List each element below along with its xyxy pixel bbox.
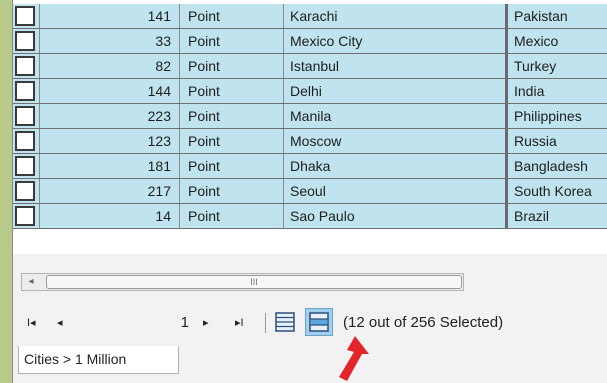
- city-name-cell: Manila: [283, 104, 505, 128]
- object-id-cell: 123: [39, 129, 179, 153]
- object-id-cell: 141: [39, 4, 179, 28]
- row-selector[interactable]: [15, 31, 35, 51]
- shape-cell: Point: [179, 204, 283, 228]
- row-selector[interactable]: [15, 156, 35, 176]
- next-page-icon[interactable]: ▸: [203, 316, 209, 330]
- table-row[interactable]: 33 Point Mexico City Mexico: [13, 29, 607, 54]
- shape-cell: Point: [179, 4, 283, 28]
- shape-cell: Point: [179, 79, 283, 103]
- object-id-cell: 217: [39, 179, 179, 203]
- country-cell: India: [505, 79, 607, 103]
- table-tab-cities[interactable]: Cities > 1 Million: [18, 346, 179, 374]
- country-cell: South Korea: [505, 179, 607, 203]
- selection-status: (12 out of 256 Selected): [343, 314, 504, 331]
- table-navigation-bar: I◂ ◂ 1 ▸ ▸I (12 out of 256 Selected): [13, 298, 607, 344]
- table-row[interactable]: 181 Point Dhaka Bangladesh: [13, 154, 607, 179]
- show-selected-records-icon: [309, 312, 329, 332]
- attribute-table: 141 Point Karachi Pakistan 33 Point Mexico Cit…: [13, 0, 607, 254]
- country-cell: Bangladesh: [505, 154, 607, 178]
- current-page-number[interactable]: 1: [163, 314, 189, 331]
- object-id-cell: 223: [39, 104, 179, 128]
- object-id-cell: 33: [39, 29, 179, 53]
- row-selector[interactable]: [15, 131, 35, 151]
- shape-cell: Point: [179, 104, 283, 128]
- table-row[interactable]: 144 Point Delhi India: [13, 79, 607, 104]
- row-selector[interactable]: [15, 56, 35, 76]
- country-cell: Mexico: [505, 29, 607, 53]
- shape-cell: Point: [179, 54, 283, 78]
- table-row[interactable]: 14 Point Sao Paulo Brazil: [13, 204, 607, 229]
- previous-page-icon[interactable]: ◂: [57, 316, 63, 330]
- attribute-table-window: 141 Point Karachi Pakistan 33 Point Mexico Cit…: [12, 0, 607, 383]
- show-all-records-icon: [275, 312, 295, 332]
- country-cell: Brazil: [505, 204, 607, 228]
- table-row[interactable]: 217 Point Seoul South Korea: [13, 179, 607, 204]
- table-row[interactable]: 123 Point Moscow Russia: [13, 129, 607, 154]
- country-cell: Russia: [505, 129, 607, 153]
- city-name-cell: Seoul: [283, 179, 505, 203]
- scrollbar-thumb[interactable]: III: [46, 275, 462, 289]
- object-id-cell: 82: [39, 54, 179, 78]
- city-name-cell: Karachi: [283, 4, 505, 28]
- first-page-icon[interactable]: I◂: [27, 316, 36, 330]
- show-selected-records-button[interactable]: [305, 308, 333, 336]
- city-name-cell: Sao Paulo: [283, 204, 505, 228]
- show-all-records-button[interactable]: [271, 308, 299, 336]
- horizontal-scrollbar[interactable]: ◂ III: [21, 273, 464, 291]
- table-row[interactable]: 223 Point Manila Philippines: [13, 104, 607, 129]
- table-row[interactable]: 141 Point Karachi Pakistan: [13, 4, 607, 29]
- shape-cell: Point: [179, 179, 283, 203]
- city-name-cell: Istanbul: [283, 54, 505, 78]
- row-selector[interactable]: [15, 81, 35, 101]
- row-selector[interactable]: [15, 106, 35, 126]
- shape-cell: Point: [179, 154, 283, 178]
- city-name-cell: Dhaka: [283, 154, 505, 178]
- shape-cell: Point: [179, 29, 283, 53]
- country-cell: Philippines: [505, 104, 607, 128]
- city-name-cell: Delhi: [283, 79, 505, 103]
- row-selector[interactable]: [15, 6, 35, 26]
- scroll-left-icon[interactable]: ◂: [22, 274, 40, 290]
- object-id-cell: 144: [39, 79, 179, 103]
- toolbar-divider: [265, 313, 266, 333]
- country-cell: Pakistan: [505, 4, 607, 28]
- country-cell: Turkey: [505, 54, 607, 78]
- object-id-cell: 181: [39, 154, 179, 178]
- object-id-cell: 14: [39, 204, 179, 228]
- last-page-icon[interactable]: ▸I: [235, 316, 244, 330]
- city-name-cell: Moscow: [283, 129, 505, 153]
- row-selector[interactable]: [15, 181, 35, 201]
- city-name-cell: Mexico City: [283, 29, 505, 53]
- shape-cell: Point: [179, 129, 283, 153]
- red-arrow-icon: [339, 336, 369, 381]
- table-row[interactable]: 82 Point Istanbul Turkey: [13, 54, 607, 79]
- row-selector[interactable]: [15, 206, 35, 226]
